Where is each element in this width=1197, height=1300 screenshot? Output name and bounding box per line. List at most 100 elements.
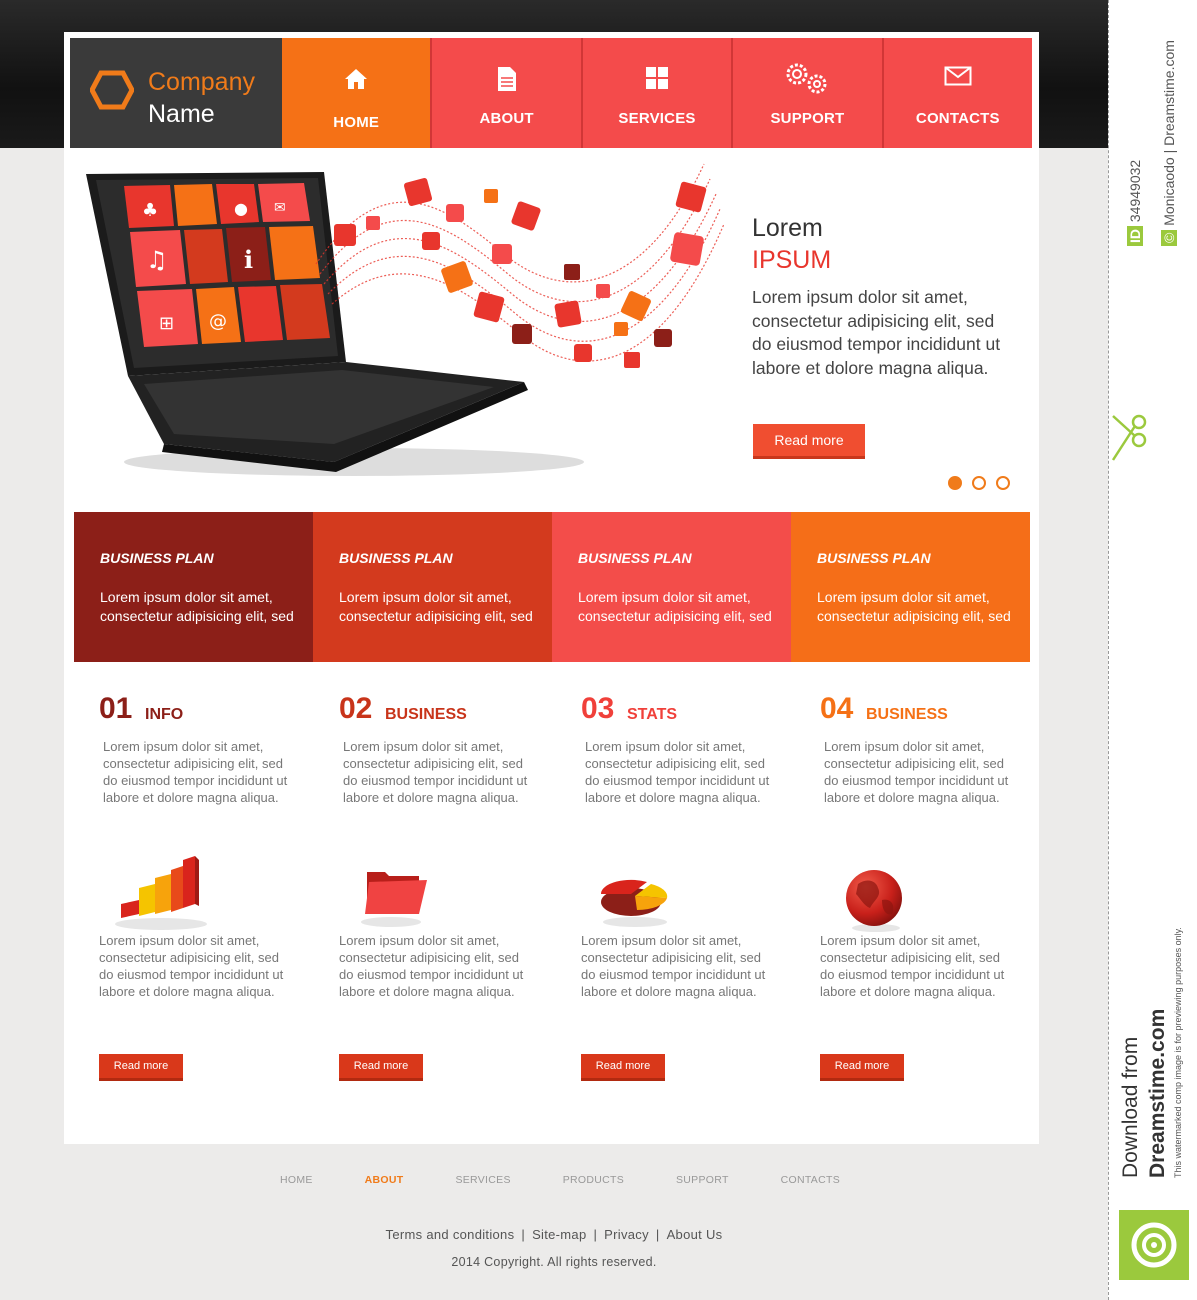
plan-card[interactable]: BUSINESS PLAN Lorem ipsum dolor sit amet… [552,512,791,662]
hexagon-logo-icon [90,70,134,110]
spiral-logo-icon [1131,1222,1177,1268]
footer-nav: HOME ABOUT SERVICES PRODUCTS SUPPORT CON… [280,1174,840,1186]
footer-link-about[interactable]: About Us [667,1227,723,1242]
nav-item-home[interactable]: HOME [282,38,431,148]
footer-nav-services[interactable]: SERVICES [455,1174,510,1186]
plan-text: Lorem ipsum dolor sit amet, consectetur … [817,589,1011,624]
hero-text: Lorem ipsum dolor sit amet, consectetur … [752,287,1001,378]
feature-number: 01 [99,692,133,725]
read-more-button[interactable]: Read more [820,1054,904,1081]
download-from-label: Download from [1119,1036,1142,1178]
stock-author: © Monicaodo | Dreamstime.com [1161,40,1177,246]
plan-title: BUSINESS PLAN [817,550,931,566]
footer-nav-support[interactable]: SUPPORT [676,1174,729,1186]
globe-icon [846,870,902,932]
page-container: Company Name HOME ABOUT SERVICES SUPPORT… [64,32,1039,1144]
feature-business-2: 04 BUSINESS Lorem ipsum dolor sit amet, … [820,692,1020,1081]
plan-card[interactable]: BUSINESS PLAN Lorem ipsum dolor sit amet… [74,512,313,662]
plan-text: Lorem ipsum dolor sit amet, consectetur … [100,589,294,624]
svg-text:●: ● [234,199,248,218]
feature-text: Lorem ipsum dolor sit amet, consectetur … [339,933,524,999]
svg-text:⊞: ⊞ [159,313,174,334]
plan-title: BUSINESS PLAN [100,550,214,566]
gears-icon [786,63,827,94]
nav-label: SERVICES [618,110,696,127]
nav-item-contacts[interactable]: CONTACTS [881,38,1033,148]
folder-icon [361,872,427,927]
bar-chart-icon [115,856,207,930]
slider-dot[interactable] [996,476,1010,490]
footer-link-terms[interactable]: Terms and conditions [386,1227,515,1242]
feature-text: Lorem ipsum dolor sit amet, consectetur … [585,739,770,805]
nav-item-about[interactable]: ABOUT [430,38,581,148]
logo[interactable]: Company Name [70,38,282,148]
svg-text:@: @ [209,311,227,332]
nav-label: ABOUT [479,110,534,127]
stock-id: ID 34949032 [1127,160,1143,246]
plan-card[interactable]: BUSINESS PLAN Lorem ipsum dolor sit amet… [313,512,552,662]
read-more-button[interactable]: Read more [99,1054,183,1081]
feature-title: STATS [627,706,678,723]
laptop-illustration: ♣ ● ✉ ♫ i ⊞ @ [86,163,725,476]
footer-link-sitemap[interactable]: Site-map [532,1227,586,1242]
nav-label: CONTACTS [915,110,1000,127]
svg-text:♫: ♫ [146,246,168,274]
dreamstime-brand: Dreamstime.com [1146,1008,1169,1178]
copyright: 2014 Copyright. All rights reserved. [451,1255,657,1269]
footer-nav-about[interactable]: ABOUT [365,1174,404,1186]
feature-number: 04 [820,692,854,725]
envelope-icon [944,66,972,86]
home-icon [345,69,368,89]
scissors-icon [1111,414,1147,461]
feature-title: BUSINESS [866,706,948,723]
nav-label: SUPPORT [770,110,845,127]
feature-text: Lorem ipsum dolor sit amet, consectetur … [343,739,528,805]
svg-text:♣: ♣ [142,200,158,221]
app-icons-stream [334,177,707,368]
hero-read-more-button[interactable]: Read more [753,424,865,459]
pie-chart-icon [600,879,668,927]
grid-icon [646,67,669,89]
nav-item-support[interactable]: SUPPORT [731,38,882,148]
slider-dot[interactable] [972,476,986,490]
main-nav: HOME ABOUT SERVICES SUPPORT CONTACTS [282,38,1033,148]
hero-subtitle: IPSUM [752,246,832,274]
footer-nav-contacts[interactable]: CONTACTS [781,1174,840,1186]
plan-title: BUSINESS PLAN [578,550,692,566]
feature-title: INFO [145,706,184,723]
stock-watermark-strip: ID 34949032 © Monicaodo | Dreamstime.com… [1108,0,1197,1300]
footer-links: Terms and conditions | Site-map | Privacy | Ab… [385,1227,723,1242]
feature-text: Lorem ipsum dolor sit amet, consectetur … [99,933,284,999]
slider-dots [948,476,1010,490]
feature-text: Lorem ipsum dolor sit amet, consectetur … [103,739,288,805]
svg-text:i: i [244,245,253,274]
feature-stats: 03 STATS Lorem ipsum dolor sit amet, con… [581,692,781,1081]
feature-text: Lorem ipsum dolor sit amet, consectetur … [820,933,1005,999]
footer-nav-products[interactable]: PRODUCTS [563,1174,624,1186]
footer-nav-home[interactable]: HOME [280,1174,313,1186]
plan-text: Lorem ipsum dolor sit amet, consectetur … [339,589,533,624]
svg-text:✉: ✉ [274,200,286,216]
plan-title: BUSINESS PLAN [339,550,453,566]
footer-link-privacy[interactable]: Privacy [604,1227,649,1242]
read-more-button[interactable]: Read more [339,1054,423,1081]
company-name-line2: Name [148,100,215,128]
feature-info: 01 INFO Lorem ipsum dolor sit amet, cons… [99,692,299,1081]
feature-text: Lorem ipsum dolor sit amet, consectetur … [824,739,1009,805]
slider-dot[interactable] [948,476,962,490]
feature-number: 03 [581,692,615,725]
feature-number: 02 [339,692,373,725]
nav-item-services[interactable]: SERVICES [580,38,732,148]
document-icon [497,67,516,91]
feature-title: BUSINESS [385,706,467,723]
plan-text: Lorem ipsum dolor sit amet, consectetur … [578,589,772,624]
company-name-line1: Company [148,68,255,96]
watermark-note: This watermarked comp image is for previ… [1173,927,1183,1178]
plan-card[interactable]: BUSINESS PLAN Lorem ipsum dolor sit amet… [791,512,1030,662]
read-more-button[interactable]: Read more [581,1054,665,1081]
hero-title: Lorem [752,214,823,242]
dreamstime-logo [1119,1210,1189,1280]
nav-label: HOME [333,114,380,131]
business-plans: BUSINESS PLAN Lorem ipsum dolor sit amet… [74,512,1030,662]
feature-text: Lorem ipsum dolor sit amet, consectetur … [581,933,766,999]
